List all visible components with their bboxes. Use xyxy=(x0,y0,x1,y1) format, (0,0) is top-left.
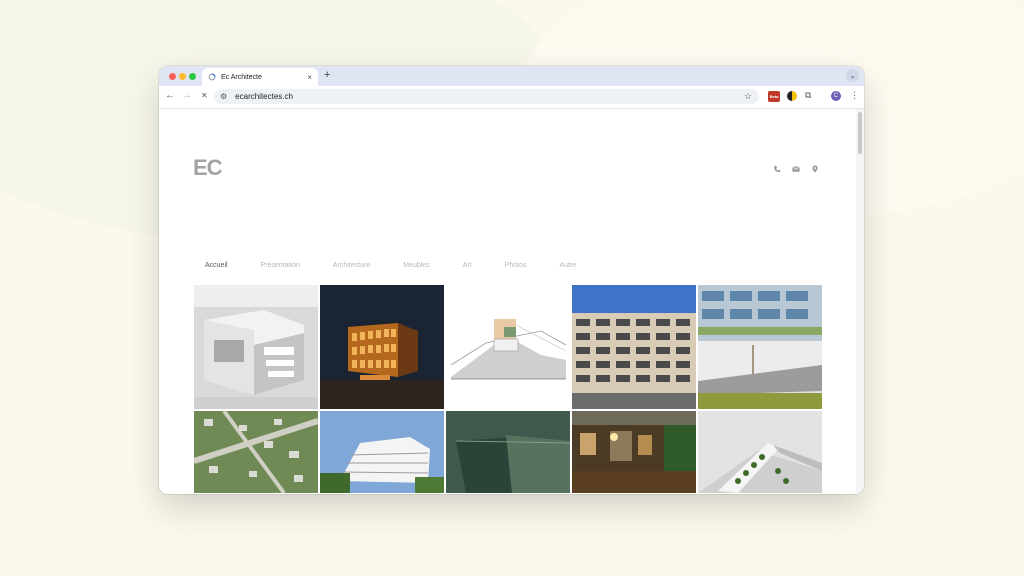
project-thumbnail[interactable] xyxy=(572,285,696,409)
project-thumbnail[interactable] xyxy=(698,285,822,409)
tab-ec-architecte[interactable]: Ec Architecte × xyxy=(202,68,318,86)
page-content: EC Accueil Présentation Architecture Meu… xyxy=(159,109,864,494)
site-info-icon[interactable]: ⚙ xyxy=(220,92,227,101)
tab-title: Ec Architecte xyxy=(221,73,262,81)
nav-autre[interactable]: Autre xyxy=(559,262,576,269)
browser-menu-icon[interactable]: ⋮ xyxy=(850,90,859,101)
location-icon[interactable] xyxy=(811,160,819,173)
project-thumbnail[interactable] xyxy=(572,411,696,493)
nav-meubles[interactable]: Meubles xyxy=(403,262,429,269)
maximize-window-button[interactable] xyxy=(189,73,196,80)
browser-window: Ec Architecte × + ⌄ ← → ✕ ⚙ ☆ Beta ⧉ C ⋮… xyxy=(159,66,864,494)
project-thumbnail[interactable] xyxy=(194,285,318,409)
project-thumbnail[interactable] xyxy=(194,411,318,493)
back-button[interactable]: ← xyxy=(165,90,175,101)
project-gallery xyxy=(194,285,822,493)
new-tab-button[interactable]: + xyxy=(324,69,330,81)
nav-architecture[interactable]: Architecture xyxy=(333,262,370,269)
tab-close-icon[interactable]: × xyxy=(307,73,312,82)
mail-icon[interactable] xyxy=(792,160,800,172)
project-thumbnail[interactable] xyxy=(446,285,570,409)
bookmark-star-icon[interactable]: ☆ xyxy=(744,91,752,102)
extension-icon[interactable] xyxy=(787,91,797,101)
loading-icon xyxy=(208,73,216,81)
project-thumbnail[interactable] xyxy=(698,411,822,493)
minimize-window-button[interactable] xyxy=(179,73,186,80)
page-scrollbar[interactable] xyxy=(856,109,864,494)
extension-beta-icon[interactable]: Beta xyxy=(768,91,780,102)
address-bar[interactable]: ⚙ ☆ xyxy=(214,89,759,104)
tab-bar: Ec Architecte × + ⌄ xyxy=(159,66,864,86)
nav-presentation[interactable]: Présentation xyxy=(261,262,300,269)
extensions-puzzle-icon[interactable]: ⧉ xyxy=(805,90,811,101)
project-thumbnail[interactable] xyxy=(446,411,570,493)
close-window-button[interactable] xyxy=(169,73,176,80)
tab-search-button[interactable]: ⌄ xyxy=(846,69,859,82)
site-logo[interactable]: EC xyxy=(193,155,223,181)
toolbar: ← → ✕ ⚙ ☆ Beta ⧉ C ⋮ xyxy=(159,86,864,109)
url-input[interactable] xyxy=(233,91,708,102)
phone-icon[interactable] xyxy=(773,160,781,173)
site-nav: Accueil Présentation Architecture Meuble… xyxy=(205,262,609,269)
nav-photos[interactable]: Photos xyxy=(505,262,527,269)
nav-accueil[interactable]: Accueil xyxy=(205,262,228,269)
forward-button[interactable]: → xyxy=(182,90,192,101)
stop-loading-button[interactable]: ✕ xyxy=(201,91,208,100)
profile-avatar[interactable]: C xyxy=(831,91,841,101)
project-thumbnail[interactable] xyxy=(320,285,444,409)
scrollbar-thumb[interactable] xyxy=(858,112,862,154)
project-thumbnail[interactable] xyxy=(320,411,444,493)
contact-icons xyxy=(773,160,819,173)
nav-art[interactable]: Art xyxy=(463,262,472,269)
